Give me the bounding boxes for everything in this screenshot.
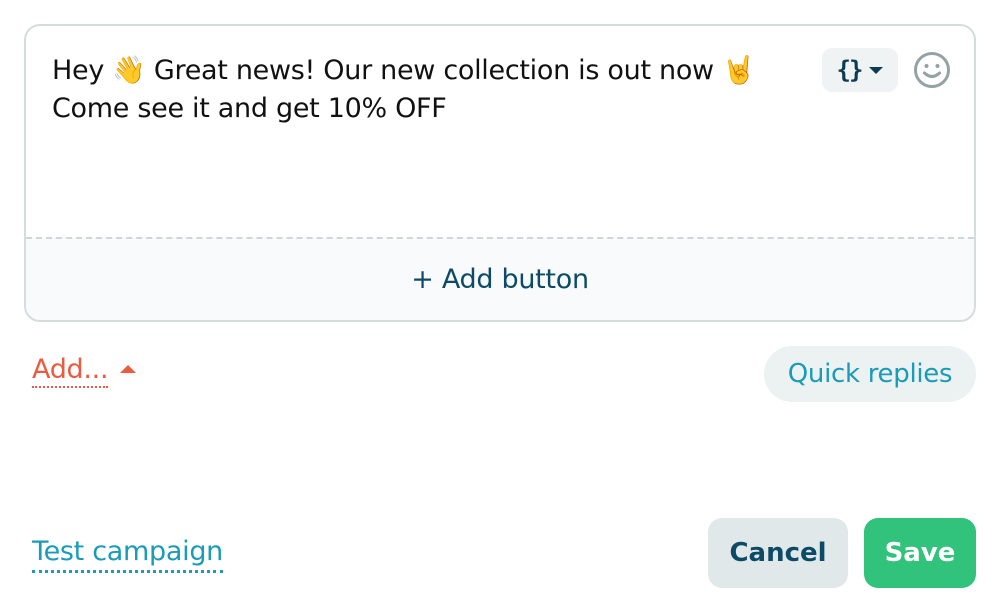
add-button[interactable]: + Add button <box>26 237 974 320</box>
message-line-1: Hey 👋 Great news! Our new collection is … <box>52 55 756 86</box>
save-button[interactable]: Save <box>864 518 976 588</box>
caret-down-icon <box>869 66 884 74</box>
curly-braces-icon: {} <box>836 56 864 84</box>
insert-variable-button[interactable]: {} <box>822 48 898 92</box>
smiley-face-icon <box>914 52 950 88</box>
message-composer: Hey 👋 Great news! Our new collection is … <box>24 24 976 322</box>
add-button-label: + Add button <box>411 264 589 295</box>
emoji-picker-button[interactable] <box>912 50 952 90</box>
cancel-button[interactable]: Cancel <box>708 518 848 588</box>
message-text[interactable]: Hey 👋 Great news! Our new collection is … <box>52 52 812 128</box>
message-line-2: Come see it and get 10% OFF <box>52 93 447 124</box>
add-menu-dropdown[interactable]: Add... <box>32 354 137 388</box>
add-menu-label: Add... <box>32 354 109 388</box>
caret-up-icon <box>120 365 137 373</box>
quick-replies-button[interactable]: Quick replies <box>764 346 976 402</box>
message-input[interactable]: Hey 👋 Great news! Our new collection is … <box>26 26 974 238</box>
test-campaign-link[interactable]: Test campaign <box>32 534 223 573</box>
